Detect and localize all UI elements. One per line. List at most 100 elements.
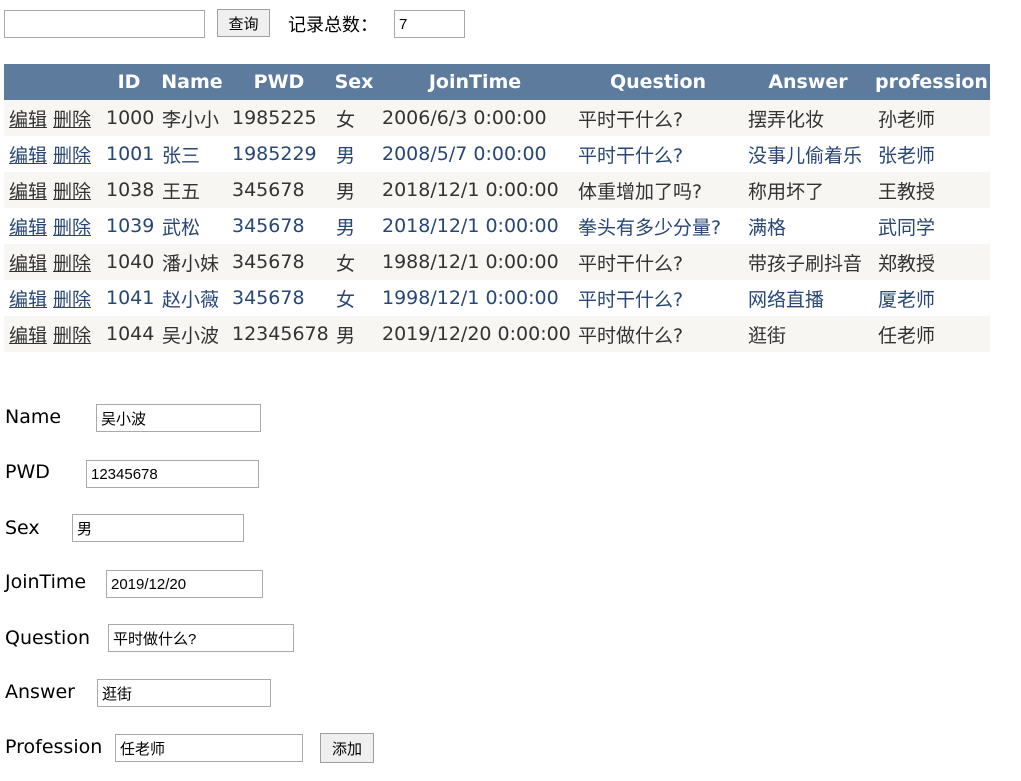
cell-pwd: 345678 (227, 208, 331, 244)
edit-link[interactable]: 编辑 (9, 109, 47, 131)
cell-profession: 王教授 (873, 172, 990, 208)
delete-link[interactable]: 删除 (53, 289, 91, 311)
cell-name: 张三 (157, 136, 227, 172)
header-sex: Sex (331, 64, 377, 100)
cell-answer: 摆弄化妆 (743, 100, 873, 136)
cell-jointime: 1988/12/1 0:00:00 (377, 244, 573, 280)
table-row: 编辑 删除 1038 王五 345678 男 2018/12/1 0:00:00 体重增加了吗… (4, 172, 990, 208)
edit-link[interactable]: 编辑 (9, 289, 47, 311)
cell-actions: 编辑 删除 (4, 316, 101, 352)
search-input[interactable] (4, 10, 205, 38)
delete-link[interactable]: 删除 (53, 253, 91, 275)
cell-profession: 孙老师 (873, 100, 990, 136)
header-id: ID (101, 64, 157, 100)
delete-link[interactable]: 删除 (53, 109, 91, 131)
cell-name: 王五 (157, 172, 227, 208)
cell-jointime: 2018/12/1 0:00:00 (377, 172, 573, 208)
cell-jointime: 2006/6/3 0:00:00 (377, 100, 573, 136)
cell-sex: 女 (331, 100, 377, 136)
cell-answer: 逛街 (743, 316, 873, 352)
header-answer: Answer (743, 64, 873, 100)
sex-label: Sex (5, 517, 40, 539)
cell-answer: 网络直播 (743, 280, 873, 316)
cell-pwd: 345678 (227, 244, 331, 280)
name-field[interactable] (96, 404, 261, 432)
header-question: Question (573, 64, 743, 100)
header-name: Name (157, 64, 227, 100)
answer-field[interactable] (97, 679, 271, 707)
cell-question: 平时干什么? (573, 136, 743, 172)
sex-field[interactable] (72, 514, 244, 542)
cell-profession: 厦老师 (873, 280, 990, 316)
question-label: Question (5, 627, 90, 649)
jointime-label: JoinTime (5, 571, 87, 593)
table-row: 编辑 删除 1044 吴小波 12345678 男 2019/12/20 0:00:00 平时… (4, 316, 990, 352)
table-row: 编辑 删除 1001 张三 1985229 男 2008/5/7 0:00:00 平时干什么?… (4, 136, 990, 172)
table-row: 编辑 删除 1041 赵小薇 345678 女 1998/12/1 0:00:00 平时干什么… (4, 280, 990, 316)
table-row: 编辑 删除 1000 李小小 1985225 女 2006/6/3 0:00:00 平时干什么… (4, 100, 990, 136)
cell-name: 潘小妹 (157, 244, 227, 280)
profession-label: Profession (5, 736, 103, 758)
delete-link[interactable]: 删除 (53, 325, 91, 347)
cell-id: 1044 (101, 316, 157, 352)
delete-link[interactable]: 删除 (53, 217, 91, 239)
edit-link[interactable]: 编辑 (9, 325, 47, 347)
cell-sex: 男 (331, 316, 377, 352)
cell-actions: 编辑 删除 (4, 172, 101, 208)
cell-sex: 女 (331, 280, 377, 316)
cell-pwd: 12345678 (227, 316, 331, 352)
cell-jointime: 2019/12/20 0:00:00 (377, 316, 573, 352)
cell-id: 1038 (101, 172, 157, 208)
cell-question: 平时做什么? (573, 316, 743, 352)
jointime-field[interactable] (106, 570, 263, 598)
cell-actions: 编辑 删除 (4, 208, 101, 244)
answer-label: Answer (5, 681, 75, 703)
cell-id: 1039 (101, 208, 157, 244)
cell-profession: 武同学 (873, 208, 990, 244)
cell-name: 赵小薇 (157, 280, 227, 316)
delete-link[interactable]: 删除 (53, 145, 91, 167)
cell-pwd: 345678 (227, 172, 331, 208)
cell-profession: 郑教授 (873, 244, 990, 280)
edit-link[interactable]: 编辑 (9, 253, 47, 275)
pwd-field[interactable] (86, 460, 259, 488)
cell-question: 平时干什么? (573, 280, 743, 316)
header-profession: profession (873, 64, 990, 100)
cell-profession: 任老师 (873, 316, 990, 352)
edit-link[interactable]: 编辑 (9, 145, 47, 167)
edit-link[interactable]: 编辑 (9, 217, 47, 239)
records-table: ID Name PWD Sex JoinTime Question Answer… (4, 64, 990, 352)
cell-id: 1040 (101, 244, 157, 280)
cell-pwd: 1985229 (227, 136, 331, 172)
cell-id: 1000 (101, 100, 157, 136)
cell-sex: 男 (331, 172, 377, 208)
profession-field[interactable] (115, 734, 303, 762)
cell-jointime: 1998/12/1 0:00:00 (377, 280, 573, 316)
cell-question: 平时干什么? (573, 244, 743, 280)
cell-name: 武松 (157, 208, 227, 244)
pwd-label: PWD (5, 461, 50, 483)
question-field[interactable] (108, 624, 294, 652)
query-button[interactable]: 查询 (217, 9, 270, 37)
cell-question: 拳头有多少分量? (573, 208, 743, 244)
record-count-label: 记录总数： (288, 15, 378, 36)
table-row: 编辑 删除 1040 潘小妹 345678 女 1988/12/1 0:00:00 平时干什么… (4, 244, 990, 280)
cell-sex: 男 (331, 208, 377, 244)
cell-jointime: 2008/5/7 0:00:00 (377, 136, 573, 172)
cell-answer: 称用坏了 (743, 172, 873, 208)
header-pwd: PWD (227, 64, 331, 100)
add-button[interactable]: 添加 (320, 733, 374, 763)
cell-name: 吴小波 (157, 316, 227, 352)
record-count-field[interactable] (394, 10, 465, 38)
cell-actions: 编辑 删除 (4, 244, 101, 280)
cell-answer: 满格 (743, 208, 873, 244)
cell-profession: 张老师 (873, 136, 990, 172)
cell-name: 李小小 (157, 100, 227, 136)
edit-link[interactable]: 编辑 (9, 181, 47, 203)
cell-pwd: 1985225 (227, 100, 331, 136)
cell-sex: 男 (331, 136, 377, 172)
table-header-row: ID Name PWD Sex JoinTime Question Answer… (4, 64, 990, 100)
cell-id: 1001 (101, 136, 157, 172)
delete-link[interactable]: 删除 (53, 181, 91, 203)
cell-actions: 编辑 删除 (4, 280, 101, 316)
